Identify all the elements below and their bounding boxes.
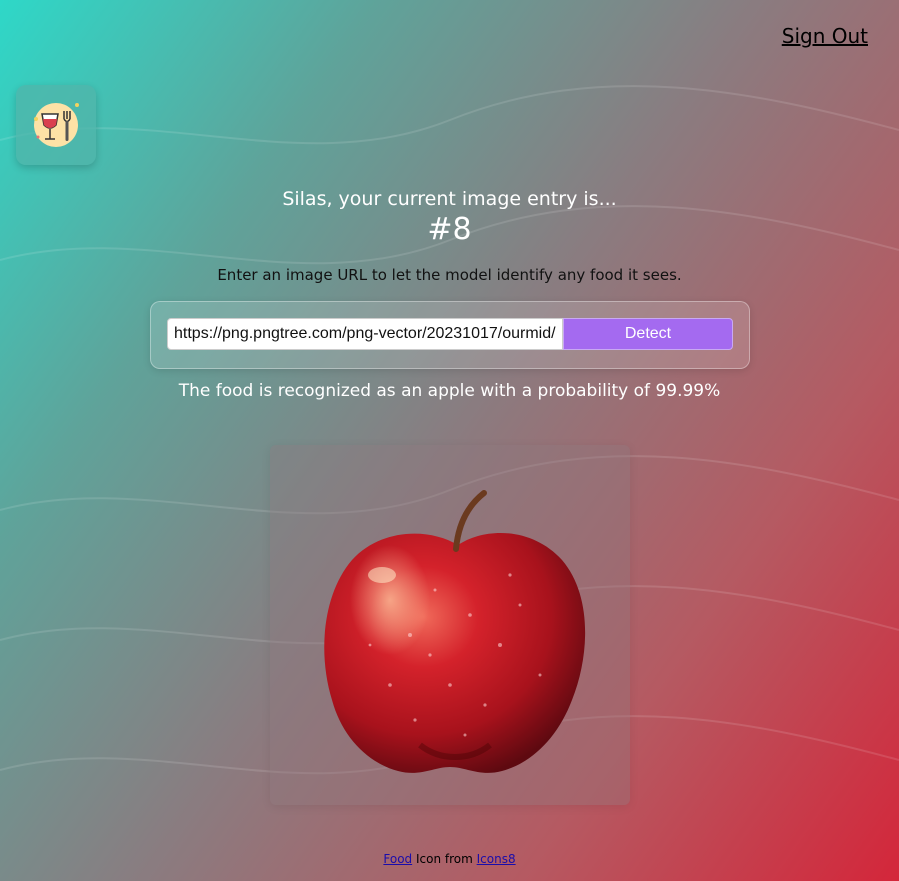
apple-image [324,490,586,773]
food-image-card [270,445,630,805]
sign-out-link[interactable]: Sign Out [782,24,868,48]
recognition-result: The food is recognized as an apple with … [178,381,721,401]
image-url-input[interactable] [167,318,563,350]
attribution-text: Icon from [415,852,473,866]
food-icon-link[interactable]: Food [383,852,412,866]
detect-button[interactable]: Detect [563,318,733,350]
url-form: Detect [150,301,750,369]
app-logo[interactable] [16,85,96,165]
wine-and-fork-icon [34,103,79,147]
greeting-text: Silas, your current image entry is... [282,188,617,210]
instructions-text: Enter an image URL to let the model iden… [217,266,682,284]
icons8-link[interactable]: Icons8 [477,852,516,866]
attribution-footer: Food Icon from Icons8 [0,852,899,866]
entry-count: #8 [427,212,472,247]
